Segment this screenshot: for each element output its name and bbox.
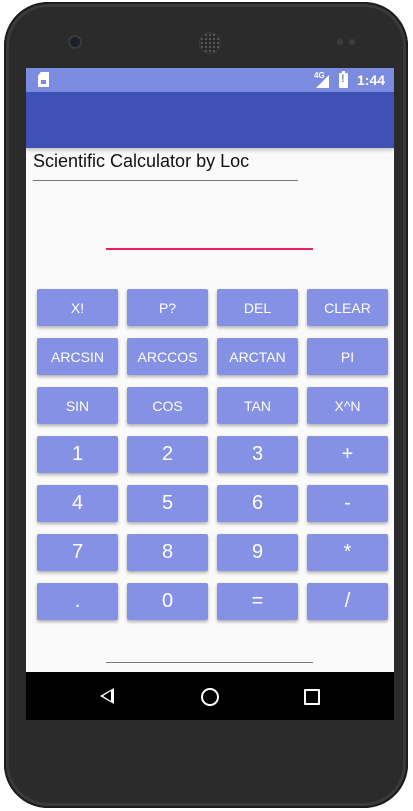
back-icon[interactable] <box>100 688 114 704</box>
arcsin-key[interactable]: ARCSIN <box>37 338 118 375</box>
digit-5-key[interactable]: 5 <box>127 485 208 522</box>
recents-icon[interactable] <box>304 689 320 705</box>
tan-key[interactable]: TAN <box>217 387 298 424</box>
multiply-key[interactable]: * <box>307 534 388 571</box>
permutation-key[interactable]: P? <box>127 289 208 326</box>
battery-alert-icon <box>339 71 348 88</box>
screen: 4G 1:44 Scientific Calculator by Loc X!P… <box>26 68 394 720</box>
digit-3-key[interactable]: 3 <box>217 436 298 473</box>
app-bar <box>26 92 394 148</box>
page-title: Scientific Calculator by Loc <box>33 151 250 171</box>
proximity-sensor-icon <box>337 39 343 45</box>
light-sensor-icon <box>349 39 355 45</box>
digit-2-key[interactable]: 2 <box>127 436 208 473</box>
factorial-key[interactable]: X! <box>37 289 118 326</box>
sin-key[interactable]: SIN <box>37 387 118 424</box>
keypad: X! P? DEL CLEAR ARCSIN ARCCOS ARCTAN PI SIN COS TA… <box>37 289 389 620</box>
digit-0-key[interactable]: 0 <box>127 583 208 620</box>
delete-key[interactable]: DEL <box>217 289 298 326</box>
network-type-label: 4G <box>314 71 325 80</box>
digit-7-key[interactable]: 7 <box>37 534 118 571</box>
calculator-display-input[interactable] <box>106 208 313 250</box>
digit-1-key[interactable]: 1 <box>37 436 118 473</box>
decimal-key[interactable]: . <box>37 583 118 620</box>
sim-card-icon <box>38 72 49 87</box>
divide-key[interactable]: / <box>307 583 388 620</box>
title-underline <box>33 180 298 181</box>
earpiece-speaker-icon <box>200 33 220 53</box>
arccos-key[interactable]: ARCCOS <box>127 338 208 375</box>
plus-key[interactable]: + <box>307 436 388 473</box>
minus-key[interactable]: - <box>307 485 388 522</box>
result-line <box>106 662 313 663</box>
equals-key[interactable]: = <box>217 583 298 620</box>
phone-frame: 4G 1:44 Scientific Calculator by Loc X!P… <box>4 2 408 808</box>
clock: 1:44 <box>357 72 386 88</box>
digit-4-key[interactable]: 4 <box>37 485 118 522</box>
status-bar: 4G 1:44 <box>26 68 394 92</box>
front-camera-icon <box>70 37 80 47</box>
digit-8-key[interactable]: 8 <box>127 534 208 571</box>
home-icon[interactable] <box>201 688 219 706</box>
digit-6-key[interactable]: 6 <box>217 485 298 522</box>
cos-key[interactable]: COS <box>127 387 208 424</box>
navigation-bar <box>26 672 394 720</box>
power-key[interactable]: X^N <box>307 387 388 424</box>
arctan-key[interactable]: ARCTAN <box>217 338 298 375</box>
digit-9-key[interactable]: 9 <box>217 534 298 571</box>
clear-key[interactable]: CLEAR <box>307 289 388 326</box>
pi-key[interactable]: PI <box>307 338 388 375</box>
